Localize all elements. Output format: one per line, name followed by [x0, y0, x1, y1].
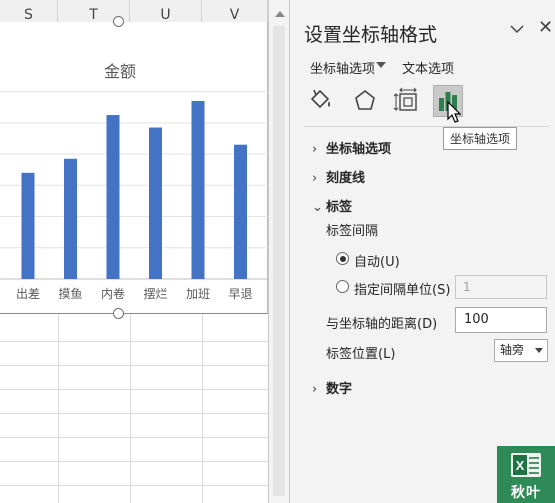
- x-tick-label-3[interactable]: 摆烂: [143, 287, 167, 301]
- tab-axis-options[interactable]: 坐标轴选项: [310, 58, 375, 77]
- radio-specify-unit-button[interactable]: [336, 280, 349, 293]
- vertical-scrollbar[interactable]: [268, 0, 290, 503]
- chevron-down-icon: ⌄: [312, 200, 323, 215]
- section-axis-options[interactable]: › 坐标轴选项: [312, 138, 391, 157]
- spreadsheet-area[interactable]: S T U V 出差 摸鱼 内卷 摆烂 加班 早退 金额: [0, 0, 268, 503]
- chart-bar-2[interactable]: [106, 115, 120, 280]
- chevron-right-icon: ›: [312, 142, 318, 157]
- x-tick-label-5[interactable]: 早退: [228, 287, 252, 301]
- label-position-select[interactable]: 轴旁: [494, 339, 548, 362]
- effects-pentagon-icon[interactable]: [350, 85, 380, 117]
- chart-resize-handle-top[interactable]: [113, 16, 124, 27]
- tooltip: 坐标轴选项: [443, 127, 518, 150]
- mouse-cursor-icon: [447, 101, 462, 123]
- excel-logo-icon: X: [511, 453, 541, 477]
- chart-bar-1[interactable]: [64, 158, 77, 279]
- svg-text:X: X: [516, 458, 525, 473]
- caret-down-icon[interactable]: [376, 62, 386, 68]
- x-tick-label-1[interactable]: 摸鱼: [58, 287, 82, 301]
- chart-bar-5[interactable]: [234, 144, 247, 279]
- distance-label: 与坐标轴的距离(D): [326, 317, 438, 332]
- chart-resize-handle-bottom[interactable]: [113, 308, 124, 319]
- qiuye-logo: X 秋叶: [497, 446, 555, 503]
- x-tick-label-0[interactable]: 出差: [16, 287, 40, 301]
- section-number[interactable]: › 数字: [312, 378, 352, 397]
- scroll-up-arrow-icon[interactable]: [272, 8, 287, 20]
- chevron-right-icon: ›: [312, 171, 318, 186]
- tab-text-options[interactable]: 文本选项: [402, 58, 454, 77]
- interval-unit-field[interactable]: 1: [455, 275, 547, 299]
- chevron-right-icon: ›: [312, 382, 318, 397]
- logo-text: 秋叶: [511, 485, 541, 501]
- distance-from-axis-field[interactable]: 100: [455, 307, 547, 333]
- radio-auto-button[interactable]: [336, 252, 349, 265]
- format-axis-pane: 设置坐标轴格式 ✕ 坐标轴选项 文本选项 › 坐标轴选项 › 刻度线 ⌄ 标签 …: [290, 0, 555, 503]
- size-properties-icon[interactable]: [392, 85, 422, 117]
- chart-bar-4[interactable]: [191, 100, 205, 279]
- section-labels[interactable]: ⌄ 标签: [312, 196, 352, 215]
- chevron-down-icon[interactable]: [508, 20, 526, 38]
- caret-down-icon: [535, 348, 543, 353]
- label-interval-heading: 标签间隔: [326, 224, 379, 239]
- label-position-label: 标签位置(L): [326, 347, 396, 362]
- close-icon[interactable]: ✕: [538, 18, 555, 38]
- x-tick-label-2[interactable]: 内卷: [101, 286, 125, 301]
- chart-area[interactable]: 出差 摸鱼 内卷 摆烂 加班 早退 金额: [0, 22, 268, 314]
- fill-line-icon[interactable]: [306, 85, 336, 117]
- chart-bar-0[interactable]: [21, 172, 35, 279]
- scroll-thumb[interactable]: [273, 26, 285, 496]
- pane-title: 设置坐标轴格式: [304, 24, 438, 46]
- section-tick-marks[interactable]: › 刻度线: [312, 167, 365, 186]
- chart-bar-3[interactable]: [149, 127, 162, 280]
- x-tick-label-4[interactable]: 加班: [186, 287, 210, 301]
- chart-title[interactable]: 金额: [60, 58, 180, 82]
